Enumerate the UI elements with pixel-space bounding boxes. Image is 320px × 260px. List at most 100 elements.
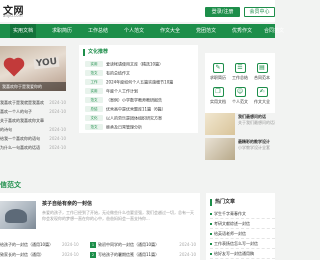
side-article[interactable]: 我们最想问的话 关于我们最想问的话说 (238, 114, 275, 126)
recommend-card: 文化推荐 实用 爱读帐请使用文库（精选10篇） 范文 有的总结作文 工作 2024年度… (79, 45, 198, 133)
main-nav: 实用文档 求职简历 工作总结 个人范文 作文大全 党团范文 优秀作文 合同范文 (0, 24, 284, 38)
recommend-item[interactable]: 工作 2024年度如何个人五篇实施细节10篇 (85, 77, 173, 86)
hot-item[interactable]: 考研文献综述一封信 (210, 219, 275, 229)
quick-link-label: 求职简历 (210, 75, 226, 80)
list-item-date: 2024-10 (62, 252, 79, 257)
hot-articles-title: 热门文章 (210, 199, 235, 206)
banner-caption[interactable]: 我喜欢你于是我爱你的 (0, 82, 66, 91)
essay-icon: ✍ (256, 87, 268, 97)
side-article[interactable]: 最精彩的教学设计 小学教学设计全套 (238, 139, 275, 151)
rank-badge: 2 (90, 252, 96, 258)
quick-link[interactable]: ✎ 求职简历 (207, 63, 229, 81)
list-item-title: 给孩子的一封信（通用10篇） (0, 242, 54, 247)
recommend-item[interactable]: 文化 以人的劳乐是团体组织研究方案 (85, 113, 162, 122)
list-item-title: 关于喜欢的我喜欢你文章 (0, 118, 44, 123)
ranked-item[interactable]: 1 致初中同学的一封信（通用10篇） 2024-10 (90, 241, 198, 249)
list-item-title: 我喜欢于是我就是我喜欢 (0, 100, 44, 105)
quick-link[interactable]: ▤ 合同范本 (251, 63, 273, 81)
side-article-desc: 关于我们最想问的话说 (238, 120, 275, 125)
hot-item-title: 给好友写一封信通用稿 (214, 251, 254, 256)
feature-desc: 亲爱的孩子，工作已经到了开始，无论做些什么也要坚强，我们会越过一切，总有一天你会… (42, 210, 194, 221)
quick-link[interactable]: ☰ 工作总结 (229, 63, 251, 81)
quick-link-label: 实用文档 (210, 99, 226, 104)
nav-item[interactable]: 作文大全 (160, 24, 180, 38)
feature-title[interactable]: 孩子自给有亲的一封信 (42, 200, 92, 207)
feature-image-shape (5, 209, 27, 223)
recommend-item[interactable]: 实用 年度个人工作计划 (85, 86, 138, 95)
category-tag: 范文 (85, 70, 103, 76)
nav-item[interactable]: 党团范文 (196, 24, 216, 38)
heart-icon (5, 59, 23, 77)
quick-link[interactable]: ❐ 实用文档 (207, 87, 229, 105)
quick-link-label: 个人范文 (232, 99, 248, 104)
nav-item[interactable]: 工作总结 (88, 24, 108, 38)
list-item[interactable]: 给孩子的一封信（通用10篇） 2024-10 (0, 241, 79, 249)
ranked-item[interactable]: 2 写给孩子的暑期信笺（通用11篇） 2024-10 (90, 251, 198, 259)
list-item[interactable]: 为什么一句喜欢的话语 2024-10 (0, 143, 66, 152)
bullet-icon (210, 253, 212, 255)
left-article-list: 我喜欢于是我就是我喜欢 2024-10 喜欢一个人的句子 2024-10 关于喜欢的… (0, 98, 66, 152)
feature-image[interactable] (0, 201, 36, 229)
list-item[interactable]: 致家长的一封信（通用） 2024-10 (0, 251, 79, 259)
quick-link[interactable]: ☺ 个人范文 (229, 87, 251, 105)
ranked-item-title: 致初中同学的一封信（通用10篇） (98, 242, 160, 247)
nav-item[interactable]: 合同范文 (264, 24, 284, 38)
nav-item[interactable]: 实用文档 (10, 24, 37, 38)
hot-item[interactable]: 给英语老师一封信 (210, 229, 275, 239)
quick-link-label: 作文大全 (254, 99, 270, 104)
section-title: 信范文 (0, 181, 21, 189)
list-item[interactable]: 关于喜欢的我喜欢你文章 (0, 116, 66, 125)
login-button[interactable]: 登录/注册 (205, 7, 240, 17)
side-thumbnail[interactable] (205, 138, 235, 160)
quick-link[interactable]: ✍ 作文大全 (251, 87, 273, 105)
bullet-icon (210, 223, 212, 225)
recommend-item-title: （案例）小学数学教师教研报告 (106, 97, 162, 103)
site-header: 文网 anjiu.com 登录/注册 会员中心 (0, 0, 275, 22)
recommend-item[interactable]: 范文 （案例）小学数学教师教研报告 (85, 95, 162, 104)
list-item-title: 为什么一句喜欢的话语 (0, 145, 40, 150)
side-thumbnail[interactable] (205, 113, 235, 135)
recommend-item[interactable]: 范文 继承及日常管理分析 (85, 122, 142, 131)
list-item[interactable]: 我喜欢于是我就是我喜欢 2024-10 (0, 98, 66, 107)
recommend-item-title: 有的总结作文 (106, 70, 130, 76)
list-item-date: 2024-10 (49, 145, 66, 150)
category-tag: 范文 (85, 124, 103, 130)
recommend-item-title: 继承及日常管理分析 (106, 124, 142, 130)
category-tag: 工作 (85, 79, 103, 85)
hot-item[interactable]: 学生千字青春作文 (210, 209, 275, 219)
hot-item-title: 学生千字青春作文 (214, 211, 246, 216)
hot-item[interactable]: 工作表扬信怎么写一封信 (210, 239, 275, 249)
hot-item-title: 工作表扬信怎么写一封信 (214, 241, 258, 246)
list-item-title: 的诗句 (0, 127, 12, 132)
bullet-icon (210, 233, 212, 235)
list-item[interactable]: 的诗句 2024-10 (0, 125, 66, 134)
list-item-date: 2024-10 (49, 109, 66, 114)
ranked-item-title: 写给孩子的暑期信笺（通用11篇） (98, 252, 160, 257)
category-tag: 范文 (85, 97, 103, 103)
bullet-icon (210, 243, 212, 245)
recommend-item[interactable]: 总结 优秀高中是优秀题库11篇（6篇） (85, 104, 166, 113)
person-icon: ☺ (234, 87, 246, 97)
nav-item[interactable]: 求职简历 (52, 24, 72, 38)
nav-item[interactable]: 个人范文 (124, 24, 144, 38)
recommend-item[interactable]: 范文 有的总结作文 (85, 68, 130, 77)
nav-item[interactable]: 优秀作文 (232, 24, 252, 38)
ranked-item-date: 2024-10 (179, 242, 196, 247)
site-domain: anjiu.com (3, 13, 23, 18)
hot-item[interactable]: 给好友写一封信通用稿 (210, 249, 275, 259)
hot-item-title: 考研文献综述一封信 (214, 221, 250, 226)
recommend-item[interactable]: 实用 爱读帐请使用文库（精选10篇） (85, 59, 163, 68)
quick-link-label: 工作总结 (232, 75, 248, 80)
list-item-title: 给我一个喜欢你的语句 (0, 136, 40, 141)
list-item-date: 2024-10 (49, 100, 66, 105)
list-item[interactable]: 给我一个喜欢你的语句 2024-10 (0, 134, 66, 143)
document-icon: ❐ (212, 87, 224, 97)
member-center-button[interactable]: 会员中心 (244, 7, 275, 17)
recommend-item-title: 2024年度如何个人五篇实施细节10篇 (106, 79, 174, 85)
list-item[interactable]: 喜欢一个人的句子 2024-10 (0, 107, 66, 116)
recommend-item-title: 年度个人工作计划 (106, 88, 138, 94)
category-tag: 总结 (85, 106, 103, 112)
recommend-item-title: 以人的劳乐是团体组织研究方案 (106, 115, 162, 121)
recommend-item-title: 优秀高中是优秀题库11篇（6篇） (106, 106, 166, 112)
side-article-desc: 小学教学设计全套 (238, 145, 270, 150)
